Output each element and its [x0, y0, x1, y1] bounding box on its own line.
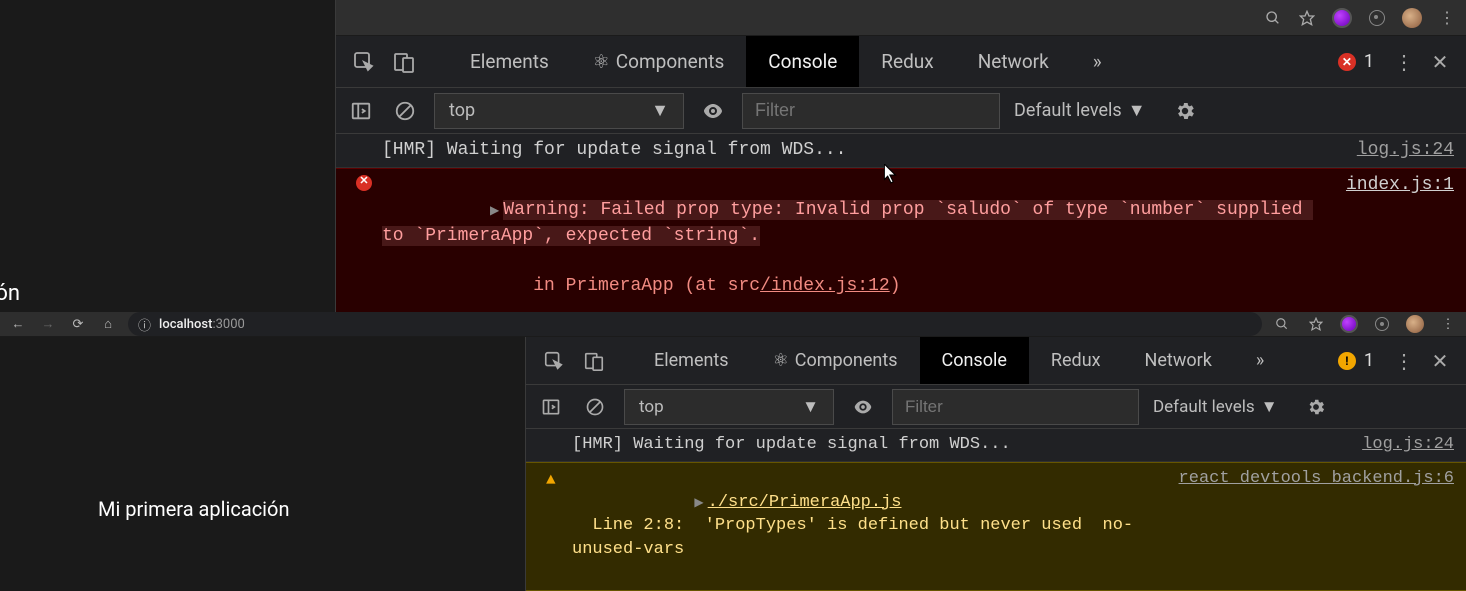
star-icon[interactable] — [1306, 317, 1326, 331]
error-count-badge[interactable]: ✕ 1 — [1338, 51, 1386, 72]
console-settings-icon[interactable] — [1306, 397, 1336, 417]
tab-elements[interactable]: Elements — [632, 337, 751, 384]
clear-console-icon[interactable] — [580, 392, 610, 422]
forward-icon[interactable]: → — [38, 316, 58, 332]
chevron-down-icon: ▼ — [651, 100, 669, 121]
target-icon[interactable] — [1372, 317, 1392, 331]
reload-icon[interactable]: ⟳ — [68, 317, 88, 332]
live-expression-icon[interactable] — [698, 96, 728, 126]
console-filter-input[interactable] — [892, 389, 1139, 425]
target-icon[interactable] — [1368, 9, 1386, 27]
devtools-close-icon[interactable]: ✕ — [1422, 349, 1458, 373]
error-circle-icon: ✕ — [1338, 53, 1356, 71]
devtools-tabbar: Elements ⚛Components Console Redux Netwo… — [526, 337, 1466, 385]
console-toolbar: top▼ Default levels ▼ — [336, 88, 1466, 134]
extension-badge-purple[interactable] — [1340, 315, 1358, 333]
expand-triangle-icon[interactable]: ▶ — [694, 496, 703, 510]
chevron-down-icon: ▼ — [1128, 100, 1146, 121]
console-error-row[interactable]: ✕ ▶Warning: Failed prop type: Invalid pr… — [336, 168, 1466, 312]
profile-avatar[interactable] — [1406, 315, 1424, 333]
console-filter-input[interactable] — [742, 93, 1000, 129]
source-link[interactable]: index.js:1 — [1326, 173, 1454, 312]
expand-triangle-icon[interactable]: ▶ — [490, 204, 499, 218]
warning-triangle-icon: ! — [1338, 352, 1356, 370]
devtools-menu-icon[interactable]: ⋮ — [1386, 50, 1422, 74]
inspect-element-icon[interactable] — [344, 42, 384, 82]
live-expression-icon[interactable] — [848, 392, 878, 422]
extension-badge-purple[interactable] — [1332, 8, 1352, 28]
upper-app-viewport: ión — [0, 0, 335, 312]
console-log-row[interactable]: [HMR] Waiting for update signal from WDS… — [336, 134, 1466, 168]
console-sidebar-toggle-icon[interactable] — [536, 392, 566, 422]
console-sidebar-toggle-icon[interactable] — [346, 96, 376, 126]
log-levels-select[interactable]: Default levels ▼ — [1014, 100, 1146, 121]
home-icon[interactable]: ⌂ — [98, 316, 118, 332]
console-log-row[interactable]: [HMR] Waiting for update signal from WDS… — [526, 429, 1466, 462]
tab-network[interactable]: Network — [1123, 337, 1234, 384]
error-dot-icon: ✕ — [356, 175, 372, 191]
device-toolbar-icon[interactable] — [574, 341, 614, 381]
tab-console[interactable]: Console — [920, 337, 1029, 384]
tab-redux[interactable]: Redux — [1029, 337, 1123, 384]
devtools-menu-icon[interactable]: ⋮ — [1386, 349, 1422, 373]
log-levels-select[interactable]: Default levels ▼ — [1153, 397, 1278, 417]
tab-elements[interactable]: Elements — [448, 36, 571, 87]
omnibox[interactable]: ⓘ localhost:3000 — [128, 312, 1262, 336]
site-info-icon[interactable]: ⓘ — [138, 315, 151, 334]
tab-overflow[interactable]: » — [1234, 337, 1286, 384]
truncated-text: ión — [0, 281, 20, 306]
browser-address-bar: ← → ⟳ ⌂ ⓘ localhost:3000 ⋮ — [0, 312, 1466, 337]
browser-toolbar-right: ⋮ — [336, 0, 1466, 36]
console-toolbar: top▼ Default levels ▼ — [526, 385, 1466, 429]
console-output: [HMR] Waiting for update signal from WDS… — [336, 134, 1466, 312]
console-settings-icon[interactable] — [1174, 100, 1204, 122]
zoom-icon[interactable] — [1272, 317, 1292, 331]
tab-redux[interactable]: Redux — [859, 36, 955, 87]
console-warning-row[interactable]: ▲ ▶./src/PrimeraApp.js Line 2:8: 'PropTy… — [526, 462, 1466, 591]
clear-console-icon[interactable] — [390, 96, 420, 126]
source-link[interactable]: log.js:24 — [1342, 433, 1454, 457]
app-viewport: Mi primera aplicación — [0, 337, 525, 591]
tab-components[interactable]: ⚛Components — [751, 337, 920, 384]
tab-network[interactable]: Network — [956, 36, 1071, 87]
chevron-down-icon: ▼ — [802, 397, 819, 417]
chevron-down-icon: ▼ — [1261, 397, 1278, 417]
warning-count-badge[interactable]: ! 1 — [1338, 350, 1386, 371]
lower-devtools: Elements ⚛Components Console Redux Netwo… — [525, 337, 1466, 591]
execution-context-select[interactable]: top▼ — [624, 389, 834, 425]
tab-overflow[interactable]: » — [1071, 36, 1124, 87]
tab-components[interactable]: ⚛Components — [571, 36, 747, 87]
console-output: [HMR] Waiting for update signal from WDS… — [526, 429, 1466, 591]
tab-console[interactable]: Console — [746, 36, 859, 87]
execution-context-select[interactable]: top▼ — [434, 93, 684, 129]
profile-avatar[interactable] — [1402, 8, 1422, 28]
browser-menu-icon[interactable]: ⋮ — [1438, 9, 1456, 27]
back-icon[interactable]: ← — [8, 316, 28, 332]
zoom-icon[interactable] — [1264, 9, 1282, 27]
upper-devtools: ⋮ Elements ⚛Components Console Redux Net… — [335, 0, 1466, 312]
devtools-close-icon[interactable]: ✕ — [1422, 50, 1458, 74]
inspect-element-icon[interactable] — [534, 341, 574, 381]
devtools-tabbar: Elements ⚛Components Console Redux Netwo… — [336, 36, 1466, 88]
star-icon[interactable] — [1298, 9, 1316, 27]
device-toolbar-icon[interactable] — [384, 42, 424, 82]
react-icon: ⚛ — [593, 50, 610, 73]
app-heading: Mi primera aplicación — [98, 497, 290, 521]
warning-triangle-icon: ▲ — [546, 469, 556, 491]
source-link[interactable]: log.js:24 — [1337, 138, 1454, 163]
browser-menu-icon[interactable]: ⋮ — [1438, 317, 1458, 332]
react-icon: ⚛ — [773, 350, 789, 371]
source-link[interactable]: react_devtools_backend.js:6 — [1159, 467, 1454, 586]
